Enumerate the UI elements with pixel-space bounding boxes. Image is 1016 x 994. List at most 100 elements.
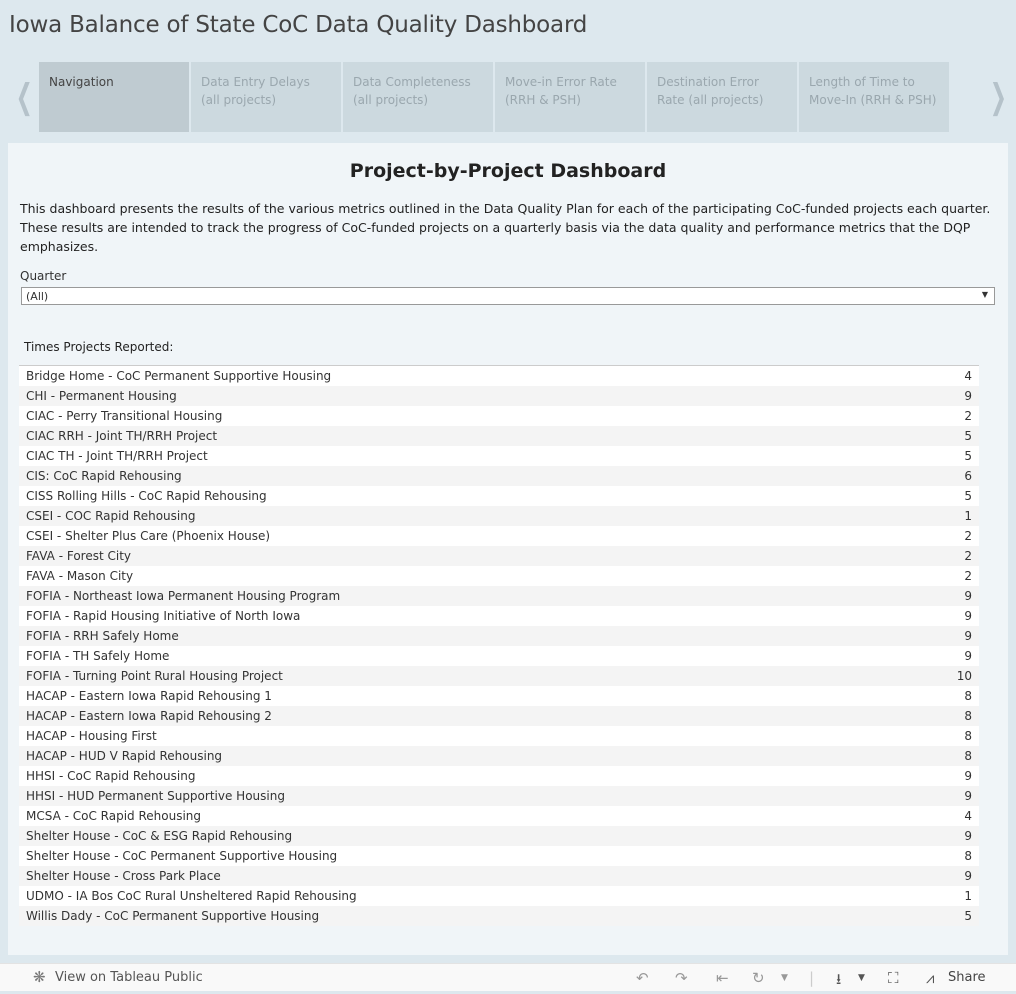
table-row[interactable]: FOFIA - RRH Safely Home 9 bbox=[19, 626, 979, 646]
table-row[interactable]: Shelter House - CoC & ESG Rapid Rehousin… bbox=[19, 826, 979, 846]
table-row[interactable]: FOFIA - TH Safely Home 9 bbox=[19, 646, 979, 666]
tabs-next-arrow-icon[interactable]: ❯ bbox=[990, 80, 1007, 114]
tab-2[interactable]: Data Completeness (all projects) bbox=[343, 62, 493, 132]
table-row[interactable]: MCSA - CoC Rapid Rehousing 4 bbox=[19, 806, 979, 826]
times-reported: 9 bbox=[964, 649, 972, 663]
times-reported: 1 bbox=[964, 509, 972, 523]
times-reported: 9 bbox=[964, 389, 972, 403]
table-row[interactable]: Bridge Home - CoC Permanent Supportive H… bbox=[19, 366, 979, 386]
tab-1[interactable]: Data Entry Delays (all projects) bbox=[191, 62, 341, 132]
project-name: FOFIA - TH Safely Home bbox=[26, 649, 170, 663]
table-row[interactable]: Shelter House - CoC Permanent Supportive… bbox=[19, 846, 979, 866]
project-name: Shelter House - Cross Park Place bbox=[26, 869, 221, 883]
project-name: CSEI - Shelter Plus Care (Phoenix House) bbox=[26, 529, 271, 543]
table-row[interactable]: CISS Rolling Hills - CoC Rapid Rehousing… bbox=[19, 486, 979, 506]
times-reported: 2 bbox=[964, 549, 972, 563]
sheet-tabs: Navigation Data Entry Delays (all project… bbox=[39, 62, 949, 132]
times-reported: 9 bbox=[964, 589, 972, 603]
share-icon[interactable]: ⩘ bbox=[926, 969, 934, 987]
times-reported: 9 bbox=[964, 609, 972, 623]
times-reported: 2 bbox=[964, 529, 972, 543]
project-name: FAVA - Forest City bbox=[26, 549, 132, 563]
project-name: HACAP - Eastern Iowa Rapid Rehousing 2 bbox=[26, 709, 272, 723]
fullscreen-icon[interactable]: ⛶ bbox=[888, 969, 899, 987]
divider: | bbox=[809, 969, 815, 987]
share-button[interactable]: Share bbox=[948, 970, 986, 985]
table-row[interactable]: HHSI - CoC Rapid Rehousing 9 bbox=[19, 766, 979, 786]
project-name: FOFIA - Turning Point Rural Housing Proj… bbox=[26, 669, 283, 683]
times-reported: 8 bbox=[964, 709, 972, 723]
project-name: Shelter House - CoC & ESG Rapid Rehousin… bbox=[26, 829, 293, 843]
times-reported: 4 bbox=[964, 809, 972, 823]
table-row[interactable]: CSEI - Shelter Plus Care (Phoenix House)… bbox=[19, 526, 979, 546]
project-name: HHSI - HUD Permanent Supportive Housing bbox=[26, 789, 285, 803]
table-row[interactable]: HACAP - Eastern Iowa Rapid Rehousing 2 8 bbox=[19, 706, 979, 726]
project-name: HACAP - Housing First bbox=[26, 729, 157, 743]
table-row[interactable]: UDMO - IA Bos CoC Rural Unsheltered Rapi… bbox=[19, 886, 979, 906]
undo-icon[interactable]: ↶ bbox=[636, 969, 649, 987]
project-name: Shelter House - CoC Permanent Supportive… bbox=[26, 849, 338, 863]
table-row[interactable]: Shelter House - Cross Park Place 9 bbox=[19, 866, 979, 886]
tab-0[interactable]: Navigation bbox=[39, 62, 189, 132]
project-name: CISS Rolling Hills - CoC Rapid Rehousing bbox=[26, 489, 267, 503]
tabs-prev-arrow-icon[interactable]: ❮ bbox=[16, 80, 33, 114]
times-reported: 9 bbox=[964, 829, 972, 843]
times-reported: 8 bbox=[964, 849, 972, 863]
project-name: Willis Dady - CoC Permanent Supportive H… bbox=[26, 909, 320, 923]
revert-icon[interactable]: ⇤ bbox=[716, 969, 729, 987]
quarter-value: (All) bbox=[26, 290, 49, 303]
project-name: CIAC TH - Joint TH/RRH Project bbox=[26, 449, 208, 463]
project-name: UDMO - IA Bos CoC Rural Unsheltered Rapi… bbox=[26, 889, 357, 903]
tab-5[interactable]: Length of Time to Move-In (RRH & PSH) bbox=[799, 62, 949, 132]
project-name: FOFIA - Rapid Housing Initiative of Nort… bbox=[26, 609, 301, 623]
table-row[interactable]: FOFIA - Rapid Housing Initiative of Nort… bbox=[19, 606, 979, 626]
quarter-select[interactable]: (All) ▼ bbox=[21, 287, 995, 305]
table-row[interactable]: FOFIA - Turning Point Rural Housing Proj… bbox=[19, 666, 979, 686]
download-icon[interactable]: ⭳ bbox=[836, 969, 841, 994]
project-name: CIAC - Perry Transitional Housing bbox=[26, 409, 223, 423]
project-name: CHI - Permanent Housing bbox=[26, 389, 177, 403]
times-reported: 2 bbox=[964, 569, 972, 583]
times-reported: 5 bbox=[964, 909, 972, 923]
table-row[interactable]: HACAP - Eastern Iowa Rapid Rehousing 1 8 bbox=[19, 686, 979, 706]
dashboard-panel: Project-by-Project Dashboard This dashbo… bbox=[8, 143, 1008, 955]
project-name: HACAP - Eastern Iowa Rapid Rehousing 1 bbox=[26, 689, 272, 703]
times-reported: 9 bbox=[964, 769, 972, 783]
project-name: CSEI - COC Rapid Rehousing bbox=[26, 509, 196, 523]
table-row[interactable]: FAVA - Forest City 2 bbox=[19, 546, 979, 566]
dashboard-title: Iowa Balance of State CoC Data Quality D… bbox=[9, 12, 588, 38]
tab-4[interactable]: Destination Error Rate (all projects) bbox=[647, 62, 797, 132]
tableau-logo-icon: ❋ bbox=[33, 968, 46, 986]
view-on-tableau-link[interactable]: View on Tableau Public bbox=[55, 970, 203, 985]
times-reported: 5 bbox=[964, 449, 972, 463]
table-row[interactable]: CIAC TH - Joint TH/RRH Project 5 bbox=[19, 446, 979, 466]
table-row[interactable]: HACAP - Housing First 8 bbox=[19, 726, 979, 746]
table-row[interactable]: FAVA - Mason City 2 bbox=[19, 566, 979, 586]
refresh-dropdown-icon[interactable]: ▼ bbox=[781, 973, 788, 983]
table-row[interactable]: CIAC RRH - Joint TH/RRH Project 5 bbox=[19, 426, 979, 446]
project-name: CIAC RRH - Joint TH/RRH Project bbox=[26, 429, 218, 443]
redo-icon[interactable]: ↷ bbox=[675, 969, 688, 987]
table-row[interactable]: HHSI - HUD Permanent Supportive Housing 9 bbox=[19, 786, 979, 806]
table-row[interactable]: HACAP - HUD V Rapid Rehousing 8 bbox=[19, 746, 979, 766]
chevron-down-icon: ▼ bbox=[981, 290, 988, 299]
table-row[interactable]: CIS: CoC Rapid Rehousing 6 bbox=[19, 466, 979, 486]
project-name: FAVA - Mason City bbox=[26, 569, 134, 583]
times-reported: 8 bbox=[964, 749, 972, 763]
tab-3[interactable]: Move-in Error Rate (RRH & PSH) bbox=[495, 62, 645, 132]
times-reported: 5 bbox=[964, 489, 972, 503]
table-label: Times Projects Reported: bbox=[24, 340, 174, 354]
times-reported: 9 bbox=[964, 789, 972, 803]
table-row[interactable]: CIAC - Perry Transitional Housing 2 bbox=[19, 406, 979, 426]
table-row[interactable]: FOFIA - Northeast Iowa Permanent Housing… bbox=[19, 586, 979, 606]
refresh-icon[interactable]: ↻ bbox=[752, 969, 765, 987]
table-row[interactable]: CHI - Permanent Housing 9 bbox=[19, 386, 979, 406]
table-row[interactable]: CSEI - COC Rapid Rehousing 1 bbox=[19, 506, 979, 526]
project-name: MCSA - CoC Rapid Rehousing bbox=[26, 809, 202, 823]
project-name: CIS: CoC Rapid Rehousing bbox=[26, 469, 182, 483]
projects-table: Bridge Home - CoC Permanent Supportive H… bbox=[19, 365, 979, 926]
download-dropdown-icon[interactable]: ▼ bbox=[858, 973, 865, 983]
times-reported: 2 bbox=[964, 409, 972, 423]
times-reported: 10 bbox=[956, 669, 972, 683]
table-row[interactable]: Willis Dady - CoC Permanent Supportive H… bbox=[19, 906, 979, 926]
